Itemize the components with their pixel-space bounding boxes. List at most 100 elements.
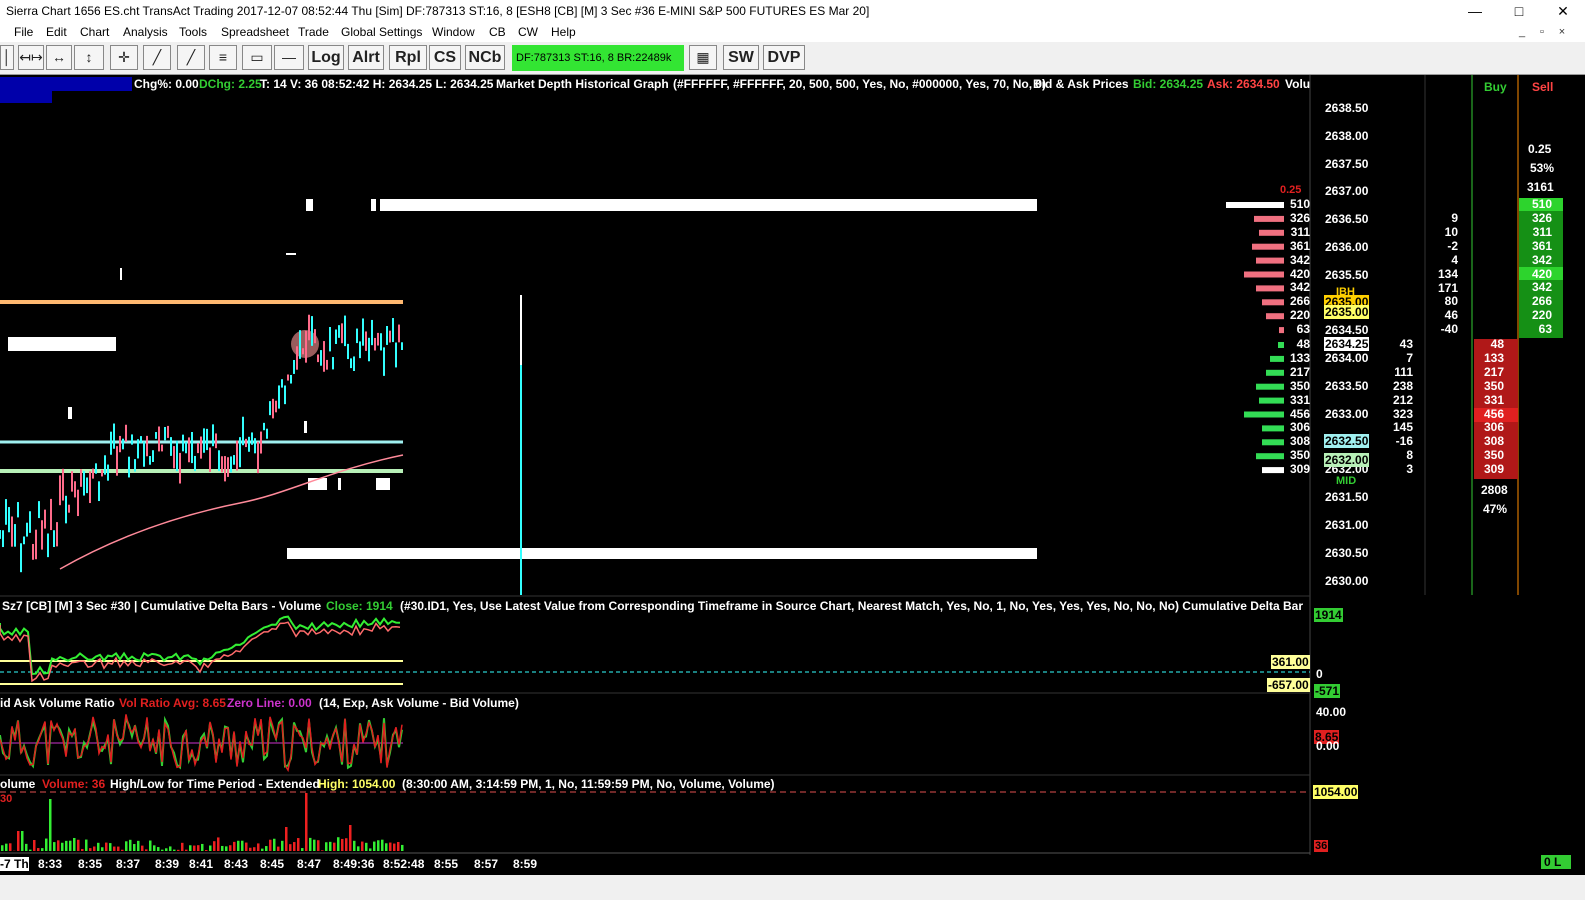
menu-edit[interactable]: Edit	[46, 25, 67, 39]
dom-cell: 311	[1290, 224, 1310, 239]
volume-bar	[373, 841, 376, 851]
cd-value-361: 361.00	[1271, 655, 1310, 669]
tool-cursor-icon[interactable]: │	[0, 45, 14, 70]
chart-area[interactable]: Chg%: 0.00 DChg: 2.25 T: 14 V: 36 08:52:…	[0, 75, 1585, 875]
dvp-button[interactable]: DVP	[763, 45, 805, 70]
volume-bar	[325, 842, 328, 851]
depth-mark-1	[306, 199, 313, 211]
menu-chart[interactable]: Chart	[80, 25, 109, 39]
menu-analysis[interactable]: Analysis	[123, 25, 168, 39]
dom-icon[interactable]: ▦	[689, 45, 717, 70]
depth-mark-9	[286, 253, 296, 255]
price-tag-2635b: 2635.00	[1324, 305, 1370, 319]
price-label: 2637.50	[1325, 156, 1369, 171]
toolbar: │ ↤↦ ↔ ↕ ✛ ╱ ╱ ≡ ▭ — Log Alrt Rpl CS NCb…	[0, 42, 1585, 75]
volume-bar	[345, 838, 348, 851]
replay-button[interactable]: Rpl	[389, 45, 427, 70]
dom-cell: 43	[1399, 337, 1413, 351]
tool-cross-icon[interactable]: ↤↦	[18, 45, 44, 70]
price-label: 2638.00	[1325, 128, 1369, 143]
dom-cell: 8	[1406, 448, 1413, 463]
line-tool-icon[interactable]: ╱	[143, 45, 171, 70]
volume-bar	[113, 846, 116, 851]
dom-cell: 306	[1483, 420, 1504, 435]
volume-bar	[245, 842, 248, 851]
horizontal-line-icon[interactable]: —	[274, 45, 304, 70]
volume-bar	[221, 845, 224, 851]
sw-button[interactable]: SW	[723, 45, 759, 70]
volume-bar	[321, 850, 324, 851]
close-button[interactable]: ✕	[1541, 0, 1585, 22]
dom-cell: 63	[1296, 322, 1310, 337]
volume-bar	[29, 849, 32, 851]
cd-study-name: Sz7 [CB] [M] 3 Sec #30 | Cumulative Delt…	[2, 599, 322, 613]
log-button[interactable]: Log	[308, 45, 344, 70]
time-label: 8:59	[513, 857, 538, 871]
volume-bar	[5, 843, 8, 851]
dom-cell: 266	[1289, 294, 1310, 309]
maximize-button[interactable]: □	[1497, 0, 1541, 22]
volume-bar	[301, 848, 304, 851]
dom-cell: 326	[1289, 210, 1310, 225]
price-label: 2633.00	[1325, 406, 1369, 421]
volume-bar	[49, 799, 52, 851]
menu-trade[interactable]: Trade	[298, 25, 329, 39]
cd-value-657: -657.00	[1267, 678, 1310, 692]
volume-value-36: 36	[1314, 840, 1329, 852]
dom-cell: 238	[1392, 378, 1413, 393]
rectangle-tool-icon[interactable]: ▭	[242, 45, 272, 70]
volume-bar	[53, 842, 56, 851]
ncb-button[interactable]: NCb	[465, 45, 505, 70]
volume-bar	[41, 848, 44, 851]
buy-header: Buy	[1484, 80, 1507, 94]
mdi-minimize-button[interactable]: _	[1513, 24, 1531, 40]
volume-value-label: Volume: 36	[42, 777, 106, 791]
volume-bar	[389, 842, 392, 851]
dom-cell: 111	[1394, 364, 1413, 379]
price-label: 2636.00	[1325, 240, 1369, 254]
menu-global-settings[interactable]: Global Settings	[341, 25, 422, 39]
volume-bar	[9, 843, 12, 851]
menu-file[interactable]: File	[14, 25, 33, 39]
menu-window[interactable]: Window	[432, 25, 475, 39]
fib-tool-icon[interactable]: ≡	[209, 45, 237, 70]
depth-mark-6	[68, 407, 72, 419]
volume-bar	[365, 842, 368, 851]
mdi-close-button[interactable]: ×	[1553, 24, 1571, 40]
time-label: 8:45	[260, 857, 285, 871]
minimize-button[interactable]: —	[1453, 0, 1497, 22]
menu-cw[interactable]: CW	[518, 25, 538, 39]
menu-cb[interactable]: CB	[489, 25, 506, 39]
volume-bar	[209, 845, 212, 851]
chg-label: Chg%: 0.00	[134, 77, 199, 91]
dom-cell: 171	[1437, 280, 1458, 295]
cs-button[interactable]: CS	[429, 45, 461, 70]
bottom-scrollbar[interactable]	[0, 875, 1585, 900]
crosshair-icon[interactable]: ✛	[110, 45, 138, 70]
dom-cell: 342	[1289, 280, 1310, 295]
volume-bar	[161, 849, 164, 851]
ray-tool-icon[interactable]: ╱	[177, 45, 205, 70]
time-label: 8:37	[116, 857, 141, 871]
tool-zoom-icon[interactable]: ↔	[46, 45, 72, 70]
volume-bar	[145, 849, 148, 851]
volume-bar	[109, 843, 112, 851]
menu-tools[interactable]: Tools	[179, 25, 207, 39]
volume-bar	[61, 842, 64, 851]
menu-spreadsheet[interactable]: Spreadsheet	[221, 25, 289, 39]
time-label: 8:41	[189, 857, 214, 871]
dom-cell: 309	[1483, 462, 1504, 477]
volume-bar	[329, 841, 332, 851]
alert-button[interactable]: Alrt	[348, 45, 384, 70]
volume-bar	[25, 843, 28, 851]
tool-scale-icon[interactable]: ↕	[74, 45, 104, 70]
volume-bar	[117, 846, 120, 851]
mdi-restore-button[interactable]: ▫	[1533, 24, 1551, 40]
cd-value-0: 0	[1316, 667, 1323, 681]
price-label: 2637.00	[1325, 184, 1369, 199]
bid-price-label: Bid: 2634.25	[1133, 77, 1204, 91]
volume-bar	[93, 846, 96, 851]
ratio-study-name: id Ask Volume Ratio	[0, 696, 115, 710]
buy-percent: 47%	[1483, 502, 1508, 516]
menu-help[interactable]: Help	[551, 25, 576, 39]
